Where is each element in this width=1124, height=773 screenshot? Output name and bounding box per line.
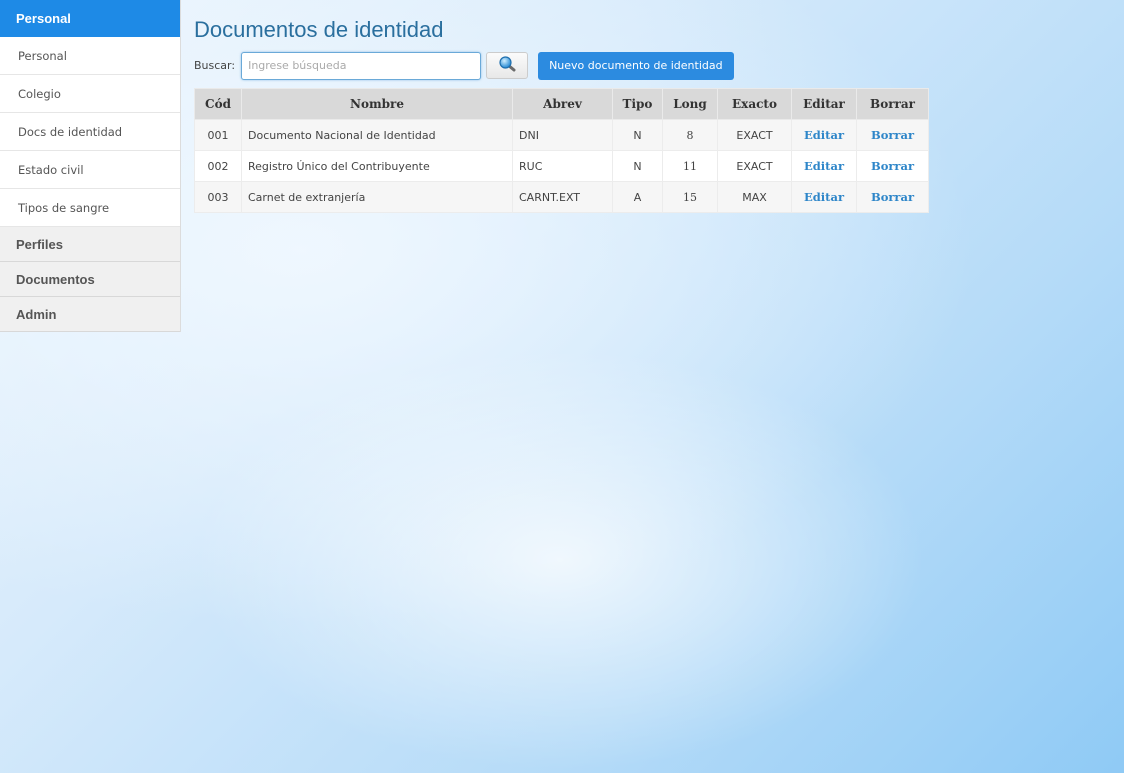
sidebar-item-colegio[interactable]: Colegio	[0, 75, 180, 113]
cell-cod: 001	[194, 119, 242, 151]
cell-exacto: MAX	[717, 181, 792, 213]
cell-abrev: CARNT.EXT	[512, 181, 613, 213]
sidebar-item-personal[interactable]: Personal	[0, 37, 180, 75]
column-header-abrev: Abrev	[512, 88, 613, 120]
sidebar-item-docs-identidad[interactable]: Docs de identidad	[0, 113, 180, 151]
cell-editar: Editar	[791, 150, 857, 182]
cell-tipo: A	[612, 181, 663, 213]
delete-link[interactable]: Borrar	[871, 159, 914, 173]
sidebar-item-tipos-sangre[interactable]: Tipos de sangre	[0, 189, 180, 227]
page-title: Documentos de identidad	[194, 17, 444, 42]
cell-abrev: RUC	[512, 150, 613, 182]
table-header-row: Cód Nombre Abrev Tipo Long Exacto Editar…	[194, 88, 929, 120]
delete-link[interactable]: Borrar	[871, 128, 914, 142]
cell-borrar: Borrar	[856, 119, 929, 151]
cell-abrev: DNI	[512, 119, 613, 151]
column-header-nombre: Nombre	[241, 88, 513, 120]
cell-exacto: EXACT	[717, 150, 792, 182]
cell-long: 8	[662, 119, 718, 151]
cell-tipo: N	[612, 150, 663, 182]
cell-nombre: Registro Único del Contribuyente	[241, 150, 513, 182]
cell-tipo: N	[612, 119, 663, 151]
sidebar-section-perfiles[interactable]: Perfiles	[0, 227, 180, 262]
edit-link[interactable]: Editar	[804, 190, 844, 204]
search-icon	[498, 55, 516, 76]
column-header-cod: Cód	[194, 88, 242, 120]
sidebar-section-admin[interactable]: Admin	[0, 297, 180, 332]
table-row: 002 Registro Único del Contribuyente RUC…	[194, 150, 929, 182]
sidebar: Personal Personal Colegio Docs de identi…	[0, 0, 181, 332]
cell-long: 15	[662, 181, 718, 213]
sidebar-item-estado-civil[interactable]: Estado civil	[0, 151, 180, 189]
delete-link[interactable]: Borrar	[871, 190, 914, 204]
cell-editar: Editar	[791, 119, 857, 151]
cell-nombre: Carnet de extranjería	[241, 181, 513, 213]
cell-exacto: EXACT	[717, 119, 792, 151]
edit-link[interactable]: Editar	[804, 159, 844, 173]
cell-borrar: Borrar	[856, 150, 929, 182]
search-button[interactable]	[486, 52, 529, 79]
sidebar-section-documentos[interactable]: Documentos	[0, 262, 180, 297]
table-row: 001 Documento Nacional de Identidad DNI …	[194, 119, 929, 151]
column-header-long: Long	[662, 88, 718, 120]
cell-nombre: Documento Nacional de Identidad	[241, 119, 513, 151]
cell-borrar: Borrar	[856, 181, 929, 213]
cell-cod: 003	[194, 181, 242, 213]
new-document-button[interactable]: Nuevo documento de identidad	[538, 51, 734, 80]
sidebar-header-personal[interactable]: Personal	[0, 0, 180, 37]
cell-editar: Editar	[791, 181, 857, 213]
documents-table: Cód Nombre Abrev Tipo Long Exacto Editar…	[194, 88, 929, 213]
search-label: Buscar:	[194, 59, 236, 72]
edit-link[interactable]: Editar	[804, 128, 844, 142]
column-header-tipo: Tipo	[612, 88, 663, 120]
column-header-editar: Editar	[791, 88, 857, 120]
column-header-borrar: Borrar	[856, 88, 929, 120]
search-input[interactable]	[241, 51, 482, 80]
column-header-exacto: Exacto	[717, 88, 792, 120]
main-content: Documentos de identidad Buscar: Nuevo do…	[194, 0, 1094, 213]
cell-long: 11	[662, 150, 718, 182]
table-row: 003 Carnet de extranjería CARNT.EXT A 15…	[194, 181, 929, 213]
cell-cod: 002	[194, 150, 242, 182]
search-bar: Buscar: Nuevo documento de identidad	[194, 51, 1094, 80]
